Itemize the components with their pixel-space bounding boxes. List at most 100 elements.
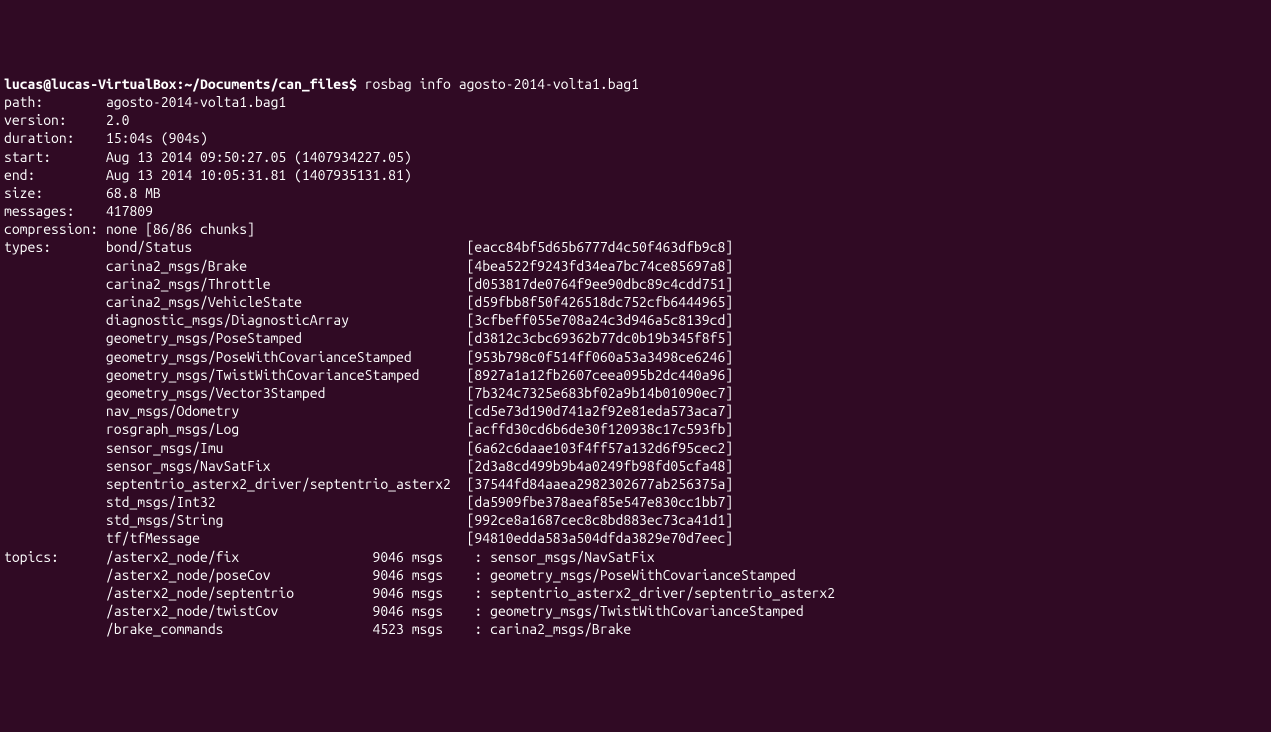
type-hash: [da5909fbe378aeaf85e547e830cc1bb7] (467, 494, 734, 510)
topic-count: 9046 (357, 603, 404, 619)
value-start: Aug 13 2014 09:50:27.05 (1407934227.05) (106, 149, 412, 165)
type-line: geometry_msgs/PoseStamped [d3812c3cbc693… (4, 329, 1267, 347)
info-end-line: end: Aug 13 2014 10:05:31.81 (1407935131… (4, 166, 1267, 184)
type-name: septentrio_asterx2_driver/septentrio_ast… (106, 476, 467, 492)
separator: : (474, 585, 490, 601)
topic-type: septentrio_asterx2_driver/septentrio_ast… (490, 585, 835, 601)
value-messages: 417809 (106, 203, 153, 219)
type-name: rosgraph_msgs/Log (106, 421, 467, 437)
label-blank (4, 512, 106, 528)
separator: : (474, 603, 490, 619)
label-blank (4, 458, 106, 474)
type-hash: [6a62c6daae103f4ff57a132d6f95cec2] (467, 440, 734, 456)
type-name: carina2_msgs/Throttle (106, 276, 467, 292)
label-blank (4, 385, 106, 401)
type-line: sensor_msgs/Imu [6a62c6daae103f4ff57a132… (4, 439, 1267, 457)
info-start-line: start: Aug 13 2014 09:50:27.05 (14079342… (4, 148, 1267, 166)
label-blank (4, 421, 106, 437)
info-version-line: version: 2.0 (4, 111, 1267, 129)
value-compression: none [86/86 chunks] (106, 221, 255, 237)
label-blank (4, 440, 106, 456)
label-blank (4, 530, 106, 546)
type-line: sensor_msgs/NavSatFix [2d3a8cd499b9b4a02… (4, 457, 1267, 475)
type-line: nav_msgs/Odometry [cd5e73d190d741a2f92e8… (4, 402, 1267, 420)
value-end: Aug 13 2014 10:05:31.81 (1407935131.81) (106, 167, 412, 183)
topic-name: /asterx2_node/poseCov (106, 567, 357, 583)
msgs-label: msgs (404, 585, 475, 601)
type-hash: [992ce8a1687cec8c8bd883ec73ca41d1] (467, 512, 734, 528)
label-start: start: (4, 149, 51, 165)
type-hash: [eacc84bf5d65b6777d4c50f463dfb9c8] (467, 239, 734, 255)
label-types: types: (4, 239, 106, 255)
type-hash: [94810edda583a504dfda3829e70d7eec] (467, 530, 734, 546)
label-blank (4, 621, 106, 637)
info-size-line: size: 68.8 MB (4, 184, 1267, 202)
topic-name: /brake_commands (106, 621, 357, 637)
type-hash: [4bea522f9243fd34ea7bc74ce85697a8] (467, 258, 734, 274)
type-name: std_msgs/Int32 (106, 494, 467, 510)
topics-block: topics: /asterx2_node/fix 9046 msgs : se… (4, 548, 1267, 639)
label-blank (4, 276, 106, 292)
type-line: std_msgs/String [992ce8a1687cec8c8bd883e… (4, 511, 1267, 529)
topic-type: carina2_msgs/Brake (490, 621, 631, 637)
type-line: rosgraph_msgs/Log [acffd30cd6b6de30f1209… (4, 420, 1267, 438)
type-name: carina2_msgs/VehicleState (106, 294, 467, 310)
type-hash: [d59fbb8f50f426518dc752cfb6444965] (467, 294, 734, 310)
label-blank (4, 403, 106, 419)
info-messages-line: messages: 417809 (4, 202, 1267, 220)
prompt-line[interactable]: lucas@lucas-VirtualBox:~/Documents/can_f… (4, 75, 1267, 93)
msgs-label: msgs (404, 621, 475, 637)
type-name: geometry_msgs/TwistWithCovarianceStamped (106, 367, 467, 383)
type-line: carina2_msgs/Brake [4bea522f9243fd34ea7b… (4, 257, 1267, 275)
type-hash: [2d3a8cd499b9b4a0249fb98fd05cfa48] (467, 458, 734, 474)
type-name: sensor_msgs/NavSatFix (106, 458, 467, 474)
prompt-user-host: lucas@lucas-VirtualBox (4, 76, 176, 92)
value-size: 68.8 MB (106, 185, 161, 201)
prompt-path: ~/Documents/can_files (184, 76, 349, 92)
label-blank (4, 585, 106, 601)
topic-line: /brake_commands 4523 msgs : carina2_msgs… (4, 620, 1267, 638)
label-blank (4, 367, 106, 383)
label-messages: messages: (4, 203, 75, 219)
type-name: geometry_msgs/PoseStamped (106, 330, 467, 346)
label-blank (4, 330, 106, 346)
type-name: tf/tfMessage (106, 530, 467, 546)
type-line: diagnostic_msgs/DiagnosticArray [3cfbeff… (4, 311, 1267, 329)
label-size: size: (4, 185, 43, 201)
type-line: geometry_msgs/PoseWithCovarianceStamped … (4, 348, 1267, 366)
msgs-label: msgs (404, 567, 475, 583)
label-blank (4, 476, 106, 492)
type-name: geometry_msgs/Vector3Stamped (106, 385, 467, 401)
info-compression-line: compression: none [86/86 chunks] (4, 220, 1267, 238)
command-text: rosbag info agosto-2014-volta1.bag1 (365, 76, 639, 92)
type-line: std_msgs/Int32 [da5909fbe378aeaf85e547e8… (4, 493, 1267, 511)
type-hash: [8927a1a12fb2607ceea095b2dc440a96] (467, 367, 734, 383)
topic-count: 9046 (357, 585, 404, 601)
type-hash: [acffd30cd6b6de30f120938c17c593fb] (467, 421, 734, 437)
separator: : (474, 567, 490, 583)
label-blank (4, 567, 106, 583)
topic-type: geometry_msgs/TwistWithCovarianceStamped (490, 603, 804, 619)
label-compression: compression: (4, 221, 98, 237)
type-name: nav_msgs/Odometry (106, 403, 467, 419)
type-hash: [953b798c0f514ff060a53a3498ce6246] (467, 349, 734, 365)
type-hash: [37544fd84aaea2982302677ab256375a] (467, 476, 734, 492)
topic-count: 4523 (357, 621, 404, 637)
separator: : (474, 621, 490, 637)
topic-line: /asterx2_node/poseCov 9046 msgs : geomet… (4, 566, 1267, 584)
topic-name: /asterx2_node/septentrio (106, 585, 357, 601)
label-blank (4, 294, 106, 310)
label-path: path: (4, 94, 43, 110)
type-name: geometry_msgs/PoseWithCovarianceStamped (106, 349, 467, 365)
label-blank (4, 494, 106, 510)
type-name: diagnostic_msgs/DiagnosticArray (106, 312, 467, 328)
type-line: geometry_msgs/Vector3Stamped [7b324c7325… (4, 384, 1267, 402)
topic-line: /asterx2_node/septentrio 9046 msgs : sep… (4, 584, 1267, 602)
info-duration-line: duration: 15:04s (904s) (4, 129, 1267, 147)
type-line: geometry_msgs/TwistWithCovarianceStamped… (4, 366, 1267, 384)
types-block: types: bond/Status [eacc84bf5d65b6777d4c… (4, 238, 1267, 547)
topic-type: geometry_msgs/PoseWithCovarianceStamped (490, 567, 796, 583)
type-hash: [cd5e73d190d741a2f92e81eda573aca7] (467, 403, 734, 419)
info-path-line: path: agosto-2014-volta1.bag1 (4, 93, 1267, 111)
type-hash: [d3812c3cbc69362b77dc0b19b345f8f5] (467, 330, 734, 346)
